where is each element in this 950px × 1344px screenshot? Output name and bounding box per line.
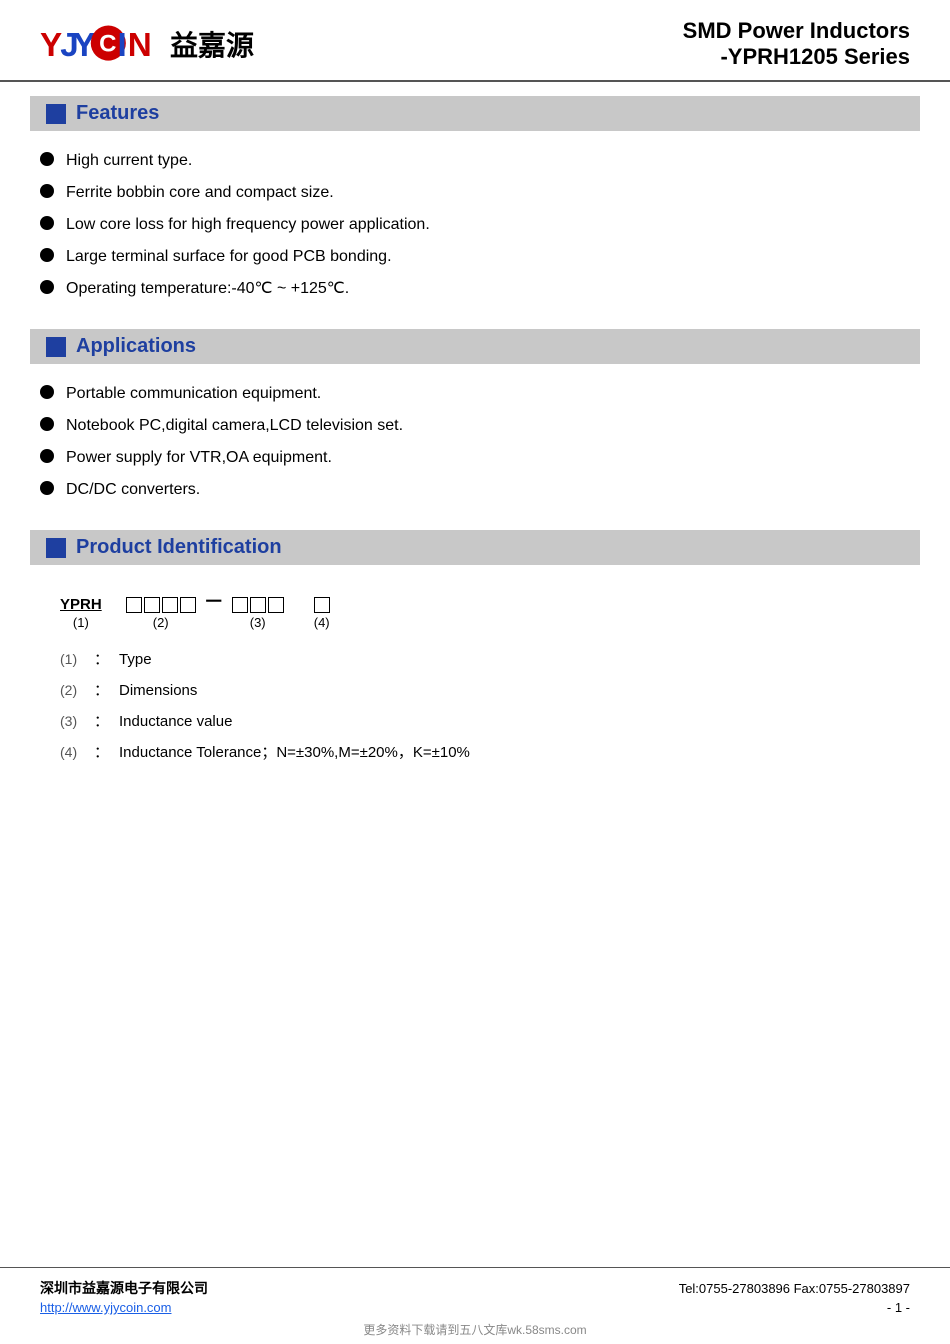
pid-box — [250, 597, 266, 613]
list-item: (3) ： Inductance value — [60, 710, 890, 731]
legend-num-1: (1) — [60, 651, 84, 667]
pid-group-3: (3) — [232, 597, 284, 630]
bullet-dot — [40, 449, 54, 463]
feature-item-3: Low core loss for high frequency power a… — [66, 213, 430, 237]
list-item: High current type. — [40, 149, 910, 173]
legend-desc-1: Type — [119, 651, 152, 668]
product-id-icon — [46, 538, 66, 558]
list-item: Operating temperature:-40℃ ~ +125℃. — [40, 277, 910, 301]
svg-text:I: I — [118, 27, 127, 64]
features-title: Features — [76, 102, 159, 125]
list-item: Low core loss for high frequency power a… — [40, 213, 910, 237]
list-item: DC/DC converters. — [40, 478, 910, 502]
list-item: Portable communication equipment. — [40, 382, 910, 406]
list-item: Large terminal surface for good PCB bond… — [40, 245, 910, 269]
legend-num-3: (3) — [60, 713, 84, 729]
bullet-dot — [40, 280, 54, 294]
footer-watermark: 更多资料下载请到五八文库wk.58sms.com — [40, 1317, 910, 1340]
feature-item-2: Ferrite bobbin core and compact size. — [66, 181, 334, 205]
product-id-legend: (1) ： Type (2) ： Dimensions (3) ： Induct… — [60, 648, 890, 762]
bullet-dot — [40, 481, 54, 495]
app-item-4: DC/DC converters. — [66, 478, 200, 502]
title-area: SMD Power Inductors -YPRH1205 Series — [683, 18, 910, 70]
bullet-dot — [40, 417, 54, 431]
footer-company: 深圳市益嘉源电子有限公司 — [40, 1278, 208, 1298]
list-item: Notebook PC,digital camera,LCD televisio… — [40, 414, 910, 438]
pid-group-1: YPRH (1) — [60, 596, 102, 630]
feature-item-5: Operating temperature:-40℃ ~ +125℃. — [66, 277, 349, 301]
title-line1: SMD Power Inductors — [683, 18, 910, 44]
list-item: (1) ： Type — [60, 648, 890, 669]
list-item: (2) ： Dimensions — [60, 679, 890, 700]
pid-boxes-3 — [232, 597, 284, 613]
pid-separator: － — [204, 585, 224, 630]
pid-box — [162, 597, 178, 613]
pid-box — [144, 597, 160, 613]
app-item-2: Notebook PC,digital camera,LCD televisio… — [66, 414, 403, 438]
pid-group-4: (4) — [314, 597, 330, 630]
logo-text-cn: 益嘉源 — [170, 24, 254, 64]
legend-num-4: (4) — [60, 744, 84, 760]
header: Y J Y C I N 益嘉源 SMD Power Inductors -YPR… — [0, 0, 950, 82]
list-item: (4) ： Inductance Tolerance；N=±30%,M=±20%… — [60, 741, 890, 762]
bullet-dot — [40, 216, 54, 230]
app-item-1: Portable communication equipment. — [66, 382, 321, 406]
features-section-bar: Features — [30, 96, 920, 131]
logo-area: Y J Y C I N 益嘉源 — [40, 20, 254, 68]
legend-desc-4: Inductance Tolerance；N=±30%,M=±20%，K=±10… — [119, 741, 470, 762]
list-item: Ferrite bobbin core and compact size. — [40, 181, 910, 205]
footer-row1: 深圳市益嘉源电子有限公司 Tel:0755-27803896 Fax:0755-… — [40, 1278, 910, 1298]
pid-group3-label: (3) — [250, 615, 266, 630]
product-id-section-bar: Product Identification — [30, 530, 920, 565]
footer-row2: http://www.yjycoin.com - 1 - — [40, 1300, 910, 1315]
svg-text:N: N — [128, 27, 152, 64]
footer-contact: Tel:0755-27803896 Fax:0755-27803897 — [679, 1281, 910, 1296]
pid-boxes-4 — [314, 597, 330, 613]
pid-box — [232, 597, 248, 613]
pid-group4-label: (4) — [314, 615, 330, 630]
feature-item-1: High current type. — [66, 149, 192, 173]
applications-icon — [46, 337, 66, 357]
svg-text:C: C — [99, 30, 116, 57]
footer-page: - 1 - — [887, 1300, 910, 1315]
features-icon — [46, 104, 66, 124]
bullet-dot — [40, 248, 54, 262]
pid-boxes-2 — [126, 597, 196, 613]
logo-graphic: Y J Y C I N — [40, 20, 160, 68]
bullet-dot — [40, 385, 54, 399]
footer: 深圳市益嘉源电子有限公司 Tel:0755-27803896 Fax:0755-… — [0, 1267, 950, 1344]
pid-group-2: (2) — [126, 597, 196, 630]
features-list: High current type. Ferrite bobbin core a… — [40, 131, 910, 315]
applications-title: Applications — [76, 335, 196, 358]
pid-box — [126, 597, 142, 613]
bullet-dot — [40, 184, 54, 198]
main-content: Features High current type. Ferrite bobb… — [0, 82, 950, 1267]
bullet-dot — [40, 152, 54, 166]
list-item: Power supply for VTR,OA equipment. — [40, 446, 910, 470]
legend-desc-2: Dimensions — [119, 682, 197, 699]
app-item-3: Power supply for VTR,OA equipment. — [66, 446, 332, 470]
pid-prefix: YPRH — [60, 596, 102, 613]
svg-text:Y: Y — [40, 27, 62, 64]
pid-group1-label: (1) — [73, 615, 89, 630]
footer-website[interactable]: http://www.yjycoin.com — [40, 1300, 172, 1315]
applications-list: Portable communication equipment. Notebo… — [40, 364, 910, 516]
product-id-title: Product Identification — [76, 536, 282, 559]
product-id-diagram: YPRH (1) (2) － — [60, 585, 890, 630]
legend-desc-3: Inductance value — [119, 713, 232, 730]
pid-box — [314, 597, 330, 613]
legend-num-2: (2) — [60, 682, 84, 698]
feature-item-4: Large terminal surface for good PCB bond… — [66, 245, 392, 269]
title-line2: -YPRH1205 Series — [683, 44, 910, 70]
pid-box — [268, 597, 284, 613]
pid-box — [180, 597, 196, 613]
applications-section-bar: Applications — [30, 329, 920, 364]
pid-group2-label: (2) — [153, 615, 169, 630]
